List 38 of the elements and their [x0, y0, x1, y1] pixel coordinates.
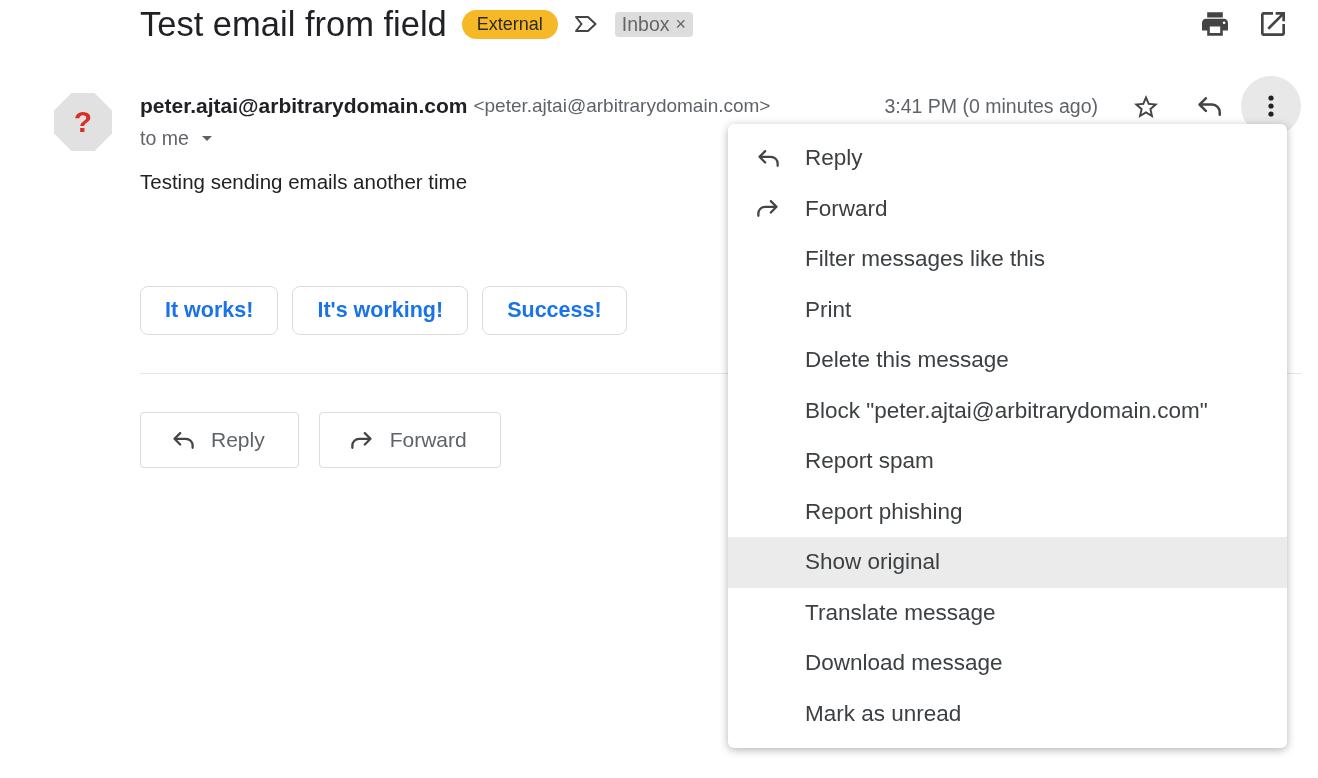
- menu-item[interactable]: Translate message: [728, 587, 1287, 638]
- forward-button[interactable]: Forward: [318, 412, 501, 468]
- sender-avatar: ?: [54, 93, 112, 151]
- sender-name: peter.ajtai@arbitrarydomain.com: [140, 94, 468, 118]
- star-icon[interactable]: [1134, 94, 1158, 118]
- remove-label-button[interactable]: ×: [675, 15, 687, 33]
- menu-item[interactable]: Print: [728, 284, 1287, 335]
- reply-arrow-icon[interactable]: [1197, 96, 1221, 116]
- menu-item[interactable]: Report phishing: [728, 486, 1287, 537]
- menu-item[interactable]: Reply: [728, 133, 1287, 184]
- menu-item[interactable]: Forward: [728, 183, 1287, 234]
- menu-item[interactable]: Show original: [728, 537, 1287, 588]
- menu-item[interactable]: Filter messages like this: [728, 234, 1287, 285]
- reply-arrow-icon: [172, 431, 194, 449]
- reply-button[interactable]: Reply: [140, 412, 299, 468]
- importance-marker-icon[interactable]: [574, 16, 597, 32]
- forward-arrow-icon: [757, 200, 779, 218]
- menu-item[interactable]: Report spam: [728, 436, 1287, 487]
- forward-arrow-icon: [350, 431, 373, 449]
- smart-reply-chip[interactable]: It's working!: [292, 286, 469, 335]
- recipient-text: to me: [140, 126, 189, 150]
- menu-item[interactable]: Download message: [728, 638, 1287, 689]
- caret-down-icon[interactable]: [201, 135, 212, 141]
- subject-title: Test email from field: [140, 4, 447, 44]
- smart-reply-chip[interactable]: Success!: [482, 286, 627, 335]
- print-icon[interactable]: [1202, 12, 1228, 36]
- menu-item[interactable]: Block "peter.ajtai@arbitrarydomain.com": [728, 385, 1287, 436]
- more-vertical-icon: [1268, 95, 1274, 117]
- message-time: 3:41 PM (0 minutes ago): [884, 94, 1098, 118]
- smart-reply-chip[interactable]: It works!: [140, 286, 279, 335]
- reply-arrow-icon: [757, 149, 779, 167]
- sender-address: <peter.ajtai@arbitrarydomain.com>: [473, 95, 771, 117]
- message-body: Testing sending emails another time: [140, 170, 468, 194]
- external-tag: External: [461, 9, 558, 39]
- menu-item[interactable]: Mark as unread: [728, 688, 1287, 739]
- open-in-new-icon[interactable]: [1261, 12, 1285, 36]
- label-text: Inbox: [621, 12, 670, 36]
- menu-item[interactable]: Delete this message: [728, 335, 1287, 386]
